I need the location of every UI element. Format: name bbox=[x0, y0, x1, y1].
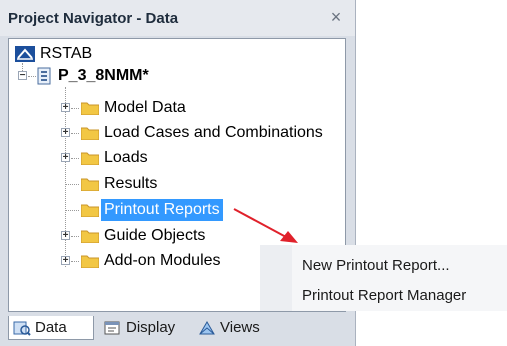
expand-icon[interactable]: + bbox=[61, 103, 70, 113]
tab-views[interactable]: Views bbox=[194, 316, 274, 340]
tree-item[interactable]: + Model Data bbox=[61, 97, 189, 119]
expand-icon[interactable]: + bbox=[61, 256, 70, 266]
tree-item[interactable]: + Loads bbox=[61, 147, 151, 169]
folder-icon bbox=[81, 152, 99, 165]
menu-item-printout-report-manager[interactable]: Printout Report Manager bbox=[302, 287, 466, 304]
tree-project[interactable]: − P_3_8NMM* bbox=[13, 65, 152, 87]
rstab-icon bbox=[15, 46, 35, 62]
tree-item-label: Printout Reports bbox=[101, 199, 223, 221]
folder-icon bbox=[81, 255, 99, 268]
context-menu-gutter bbox=[260, 245, 292, 311]
tab-label: Display bbox=[126, 319, 176, 336]
display-icon bbox=[104, 321, 120, 335]
expand-icon[interactable]: + bbox=[61, 128, 70, 138]
views-icon bbox=[199, 321, 215, 335]
tab-label: Data bbox=[35, 319, 67, 336]
panel-title: Project Navigator - Data bbox=[8, 10, 179, 27]
tree-item[interactable]: + Add-on Modules bbox=[61, 250, 224, 272]
tree-item-label: Model Data bbox=[104, 99, 186, 116]
folder-icon bbox=[81, 178, 99, 191]
context-menu: New Printout Report... Printout Report M… bbox=[260, 245, 507, 311]
expand-icon[interactable]: + bbox=[61, 231, 70, 241]
tree-item[interactable]: + Guide Objects bbox=[61, 225, 208, 247]
tree-item-label: Load Cases and Combinations bbox=[104, 124, 323, 141]
navigator-tabs: Data Display Views bbox=[8, 314, 348, 342]
project-icon bbox=[37, 67, 51, 85]
tab-data[interactable]: Data bbox=[8, 316, 94, 340]
folder-icon bbox=[81, 127, 99, 140]
close-icon[interactable]: × bbox=[327, 8, 345, 26]
tree-item[interactable]: Results bbox=[61, 173, 160, 195]
tree-item-label: Add-on Modules bbox=[104, 252, 221, 269]
data-icon bbox=[13, 321, 31, 336]
tree-item[interactable]: + Load Cases and Combinations bbox=[61, 122, 326, 144]
title-bar: Project Navigator - Data × bbox=[0, 0, 355, 36]
expand-icon[interactable]: + bbox=[61, 153, 70, 163]
menu-item-new-printout-report[interactable]: New Printout Report... bbox=[302, 257, 450, 274]
folder-icon bbox=[81, 230, 99, 243]
tree-item-label: Guide Objects bbox=[104, 227, 206, 244]
tree-project-label: P_3_8NMM* bbox=[58, 67, 149, 84]
tree-root[interactable]: RSTAB bbox=[13, 43, 95, 65]
folder-icon bbox=[81, 102, 99, 115]
tab-display[interactable]: Display bbox=[100, 316, 196, 340]
tab-label: Views bbox=[220, 319, 260, 336]
tree-item-selected[interactable]: Printout Reports bbox=[61, 199, 223, 221]
tree-item-label: Loads bbox=[104, 149, 148, 166]
folder-icon bbox=[81, 204, 99, 217]
collapse-icon[interactable]: − bbox=[18, 71, 27, 81]
tree-item-label: Results bbox=[104, 175, 158, 192]
tree-root-label: RSTAB bbox=[40, 45, 93, 62]
